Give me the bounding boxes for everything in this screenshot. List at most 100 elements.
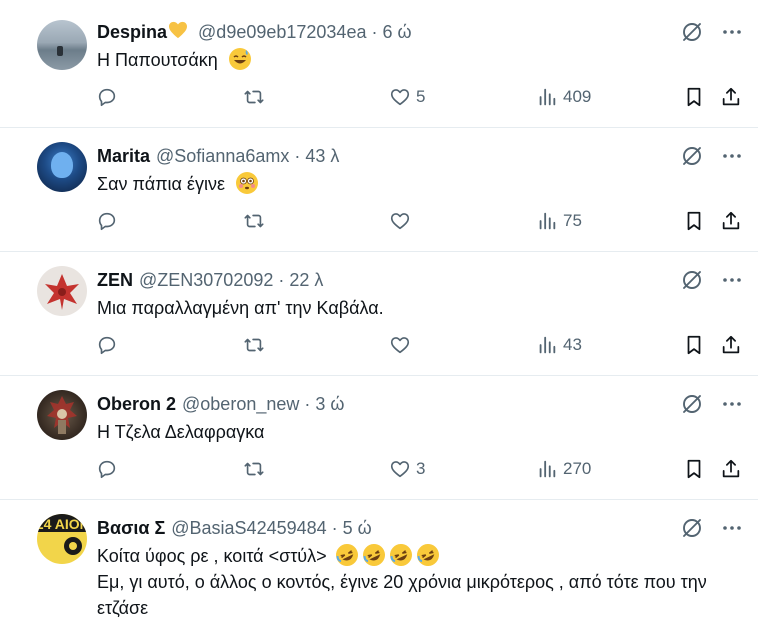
grok-icon[interactable] xyxy=(680,144,704,168)
retweet-icon xyxy=(244,462,264,476)
tweet[interactable]: Despina @d9e09eb172034ea · 6 ώ Η Παπουτσ… xyxy=(0,0,758,128)
retweet-icon xyxy=(244,214,264,228)
rofl-emoji-icon xyxy=(332,540,362,570)
bookmark-button[interactable] xyxy=(683,210,705,232)
share-icon xyxy=(722,87,740,106)
tweet-header: ZEN @ZEN30702092 · 22 λ xyxy=(97,268,323,292)
tweet[interactable]: ZEN @ZEN30702092 · 22 λ Μια παραλλαγμένη… xyxy=(0,252,758,376)
avatar[interactable] xyxy=(37,20,87,70)
avatar[interactable]: 2024 AIONIA xyxy=(37,514,87,564)
user-handle[interactable]: @Sofianna6amx xyxy=(156,146,289,167)
tweet-top-icons xyxy=(680,144,744,168)
bookmark-icon xyxy=(687,459,701,479)
reply-icon xyxy=(98,88,116,107)
tweet-text: Κοίτα ύφος ρε , κοιτά <στύλ> Εμ, γι αυτό… xyxy=(97,540,747,621)
share-icon xyxy=(722,211,740,230)
tweet-text-content: Σαν πάπια έγινε xyxy=(97,174,225,194)
reply-button[interactable] xyxy=(96,458,118,480)
bookmark-button[interactable] xyxy=(683,334,705,356)
user-handle[interactable]: @ZEN30702092 xyxy=(139,270,273,291)
bookmark-button[interactable] xyxy=(683,458,705,480)
views-button[interactable]: 409 xyxy=(536,86,591,108)
tweet[interactable]: 2024 AIONIA Βασια Σ @BasiaS42459484 · 5 … xyxy=(0,500,758,620)
timestamp[interactable]: 5 ώ xyxy=(343,518,372,539)
share-button[interactable] xyxy=(720,86,742,108)
like-button[interactable]: 3 xyxy=(389,458,425,480)
separator-dot: · xyxy=(278,269,285,290)
tweet-top-icons xyxy=(680,268,744,292)
display-name[interactable]: Despina xyxy=(97,22,167,43)
display-name[interactable]: Marita xyxy=(97,146,150,167)
more-icon[interactable] xyxy=(720,268,744,292)
like-count: 5 xyxy=(416,87,426,106)
reply-icon xyxy=(98,212,116,231)
rofl-emoji-icon xyxy=(386,540,416,570)
grok-icon[interactable] xyxy=(680,516,704,540)
reply-button[interactable] xyxy=(96,86,118,108)
retweet-button[interactable] xyxy=(243,458,265,480)
share-icon xyxy=(722,335,740,354)
share-button[interactable] xyxy=(720,458,742,480)
tweet-text-content: Η Παπουτσάκη xyxy=(97,50,218,70)
more-icon[interactable] xyxy=(720,20,744,44)
avatar[interactable] xyxy=(37,266,87,316)
user-handle[interactable]: @d9e09eb172034ea xyxy=(198,22,366,43)
like-button[interactable]: 5 xyxy=(389,86,425,108)
retweet-button[interactable] xyxy=(243,210,265,232)
rofl-emoji-icon xyxy=(359,540,389,570)
retweet-icon xyxy=(244,338,264,352)
tweet-text: Μια παραλλαγμένη απ' την Καβάλα. xyxy=(97,298,384,318)
action-bar: 5 409 xyxy=(0,86,758,114)
share-icon xyxy=(722,459,740,478)
separator-dot: · xyxy=(371,21,378,42)
grok-icon[interactable] xyxy=(680,20,704,44)
more-icon[interactable] xyxy=(720,144,744,168)
views-button[interactable]: 43 xyxy=(536,334,582,356)
share-button[interactable] xyxy=(720,210,742,232)
separator-dot: · xyxy=(331,517,338,538)
tweet-top-icons xyxy=(680,20,744,44)
bookmark-icon xyxy=(687,211,701,231)
like-button[interactable] xyxy=(389,210,411,232)
tweet-text-line: ετζάσε xyxy=(97,598,149,618)
user-handle[interactable]: @oberon_new xyxy=(182,394,299,415)
display-name[interactable]: Βασια Σ xyxy=(97,518,165,539)
avatar[interactable] xyxy=(37,390,87,440)
timestamp[interactable]: 43 λ xyxy=(305,146,339,167)
display-name[interactable]: ZEN xyxy=(97,270,133,291)
heart-icon xyxy=(390,337,410,354)
views-button[interactable]: 270 xyxy=(536,458,591,480)
more-icon[interactable] xyxy=(720,392,744,416)
share-button[interactable] xyxy=(720,334,742,356)
timestamp[interactable]: 6 ώ xyxy=(382,22,411,43)
tweet[interactable]: Marita @Sofianna6amx · 43 λ Σαν πάπια έγ… xyxy=(0,128,758,252)
display-name[interactable]: Oberon 2 xyxy=(97,394,176,415)
tweet-text-line: Εμ, γι αυτό, ο άλλος ο κοντός, έγινε 20 … xyxy=(97,572,707,592)
tweet-text: Σαν πάπια έγινε xyxy=(97,171,747,197)
retweet-button[interactable] xyxy=(243,86,265,108)
reply-button[interactable] xyxy=(96,334,118,356)
views-icon xyxy=(539,88,556,106)
flushed-face-emoji-icon xyxy=(236,172,258,194)
bookmark-button[interactable] xyxy=(683,86,705,108)
grok-icon[interactable] xyxy=(680,268,704,292)
tweet-text-content: Κοίτα ύφος ρε , κοιτά <στύλ> xyxy=(97,546,327,566)
separator-dot: · xyxy=(294,145,301,166)
grok-icon[interactable] xyxy=(680,392,704,416)
reply-button[interactable] xyxy=(96,210,118,232)
like-button[interactable] xyxy=(389,334,411,356)
tweet-top-icons xyxy=(680,392,744,416)
views-button[interactable]: 75 xyxy=(536,210,582,232)
retweet-icon xyxy=(244,90,264,104)
retweet-button[interactable] xyxy=(243,334,265,356)
like-count: 3 xyxy=(416,459,426,478)
tweet-text: Η Τζελα Δελαφραγκα xyxy=(97,422,265,442)
timestamp[interactable]: 22 λ xyxy=(289,270,323,291)
tweet[interactable]: Oberon 2 @oberon_new · 3 ώ Η Τζελα Δελαφ… xyxy=(0,376,758,500)
avatar[interactable] xyxy=(37,142,87,192)
timestamp[interactable]: 3 ώ xyxy=(315,394,344,415)
views-icon xyxy=(539,212,556,230)
user-handle[interactable]: @BasiaS42459484 xyxy=(171,518,326,539)
heart-icon xyxy=(390,89,410,106)
more-icon[interactable] xyxy=(720,516,744,540)
